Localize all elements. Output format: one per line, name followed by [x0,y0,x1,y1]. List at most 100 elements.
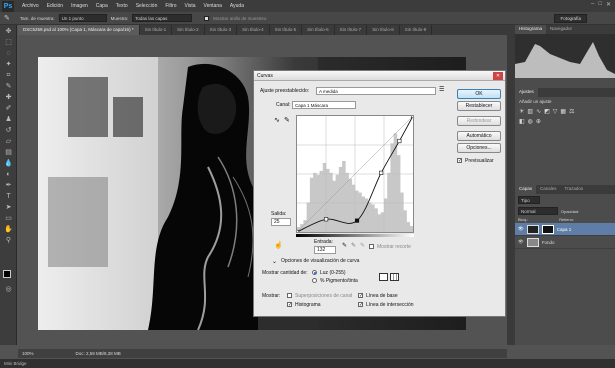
curve-point[interactable] [397,138,402,144]
target-adjust-hand-icon[interactable]: ☝ [274,241,283,249]
blur-tool-icon[interactable]: 💧 [3,159,14,168]
tab-navigator[interactable]: Navegador [546,25,576,34]
histogram-checkbox[interactable]: ✓ [287,302,292,308]
tab-channels[interactable]: Canales [536,185,561,194]
visibility-eye-icon[interactable]: 👁 [518,226,524,232]
curve-point[interactable] [354,218,360,223]
blend-mode-select[interactable]: Normal [518,207,558,215]
shape-tool-icon[interactable]: ▭ [3,214,14,223]
tab-untitled-1[interactable]: Sin título-1 [140,25,173,35]
exposure-icon[interactable]: ◩ [544,108,550,115]
sample-size-select[interactable]: Un 1 punto [58,14,107,22]
preview-checkbox[interactable]: ✓ [457,158,462,164]
lasso-tool-icon[interactable]: ◌ [3,49,14,58]
smooth-button[interactable]: Redondear [457,116,501,126]
grid-detailed-icon[interactable] [390,273,399,281]
dodge-tool-icon[interactable]: ◐ [3,170,14,179]
menu-archivo[interactable]: Archivo [18,3,43,9]
menu-ventana[interactable]: Ventana [200,3,226,9]
ok-button[interactable]: OK [457,89,501,99]
healing-brush-icon[interactable]: ✚ [3,93,14,102]
foreground-color-swatch[interactable] [3,270,11,278]
zoom-tool-icon[interactable]: ⚲ [3,236,14,245]
vibrance-icon[interactable]: ▽ [553,108,558,115]
edit-points-icon[interactable]: ∿ [274,116,280,124]
visibility-eye-icon[interactable]: 👁 [518,239,524,245]
clone-stamp-icon[interactable]: ♟ [3,115,14,124]
tab-untitled-5[interactable]: Sin título-5 [270,25,303,35]
input-field[interactable]: 132 [314,246,336,254]
menu-capa[interactable]: Capa [92,3,112,9]
black-white-icon[interactable]: ◧ [519,118,525,125]
light-radio[interactable] [312,270,317,275]
curve-point[interactable] [324,217,329,222]
tab-dsc5259[interactable]: DSC5259.psd al 100% (Capa 1, Máscara de … [18,25,140,35]
path-select-icon[interactable]: ➤ [3,203,14,212]
tab-untitled-3[interactable]: Sin título-3 [205,25,238,35]
preset-select[interactable]: A medida [316,87,436,95]
zoom-level[interactable]: 100% [22,351,34,356]
minimize-icon[interactable]: – [591,1,594,8]
output-field[interactable]: 25 [271,218,291,226]
layer-name[interactable]: Fondo [542,240,555,245]
marquee-tool-icon[interactable]: ⬚ [3,38,14,47]
pencil-draw-icon[interactable]: ✎ [284,116,290,124]
layer-row[interactable]: 👁 Capa 1 [515,223,615,236]
pen-tool-icon[interactable]: ✒ [3,181,14,190]
workspace-switcher[interactable]: Fotografía [554,14,587,23]
quick-mask-icon[interactable]: ◎ [3,285,14,294]
auto-button[interactable]: Automático [457,131,501,141]
layer-row[interactable]: 👁 Fondo [515,236,615,249]
channel-select[interactable]: Capa 1 Máscara [292,101,356,109]
grid-simple-icon[interactable] [379,273,388,281]
move-tool-icon[interactable]: ✥ [3,27,14,36]
menu-edicion[interactable]: Edición [43,3,67,9]
tab-untitled-8[interactable]: Sin título-8 [367,25,400,35]
hand-tool-icon[interactable]: ✋ [3,225,14,234]
curve-point[interactable] [379,170,384,175]
history-brush-icon[interactable]: ↺ [3,126,14,135]
tab-histogram[interactable]: Histograma [515,25,547,34]
menu-texto[interactable]: Texto [112,3,132,9]
close-icon[interactable]: ✕ [606,1,611,8]
reset-button[interactable]: Restablecer [457,101,501,111]
dialog-close-icon[interactable]: ✕ [493,72,503,80]
layer-kind-filter[interactable]: Tipo [518,196,540,204]
maximize-icon[interactable]: □ [598,1,602,8]
preset-menu-icon[interactable]: ☰ [439,86,444,93]
options-button[interactable]: Opciones... [457,143,501,153]
tab-untitled-2[interactable]: Sin título-2 [172,25,205,35]
color-balance-icon[interactable]: ⚖ [569,108,574,115]
tab-untitled-6[interactable]: Sin título-6 [302,25,335,35]
menu-seleccion[interactable]: Selección [132,3,162,9]
channel-overlays-checkbox[interactable] [287,293,292,298]
mini-bridge-tab[interactable]: Mini Bridge [0,359,615,368]
tab-paths[interactable]: Trazados [561,185,588,194]
menu-imagen[interactable]: Imagen [67,3,92,9]
eraser-tool-icon[interactable]: ▱ [3,137,14,146]
expand-options-icon[interactable]: ⌄ [272,258,277,265]
white-point-eyedropper-icon[interactable]: ✎ [360,242,365,249]
curve-graph[interactable] [296,115,414,233]
curve-point[interactable] [296,229,300,233]
layer-name[interactable]: Capa 1 [557,227,572,232]
sample-select[interactable]: Todas las capas [132,14,193,22]
photo-filter-icon[interactable]: ◍ [528,118,533,125]
menu-ayuda[interactable]: Ayuda [226,3,248,9]
gray-point-eyedropper-icon[interactable]: ✎ [351,242,356,249]
curves-icon[interactable]: ∿ [536,108,541,115]
crop-tool-icon[interactable]: ⌗ [3,71,14,80]
type-tool-icon[interactable]: T [3,192,14,201]
quick-select-tool-icon[interactable]: ✦ [3,60,14,69]
menu-filtro[interactable]: Filtro [161,3,180,9]
curve-point[interactable] [410,115,414,119]
baseline-checkbox[interactable]: ✓ [358,293,363,299]
intersection-checkbox[interactable]: ✓ [358,302,363,308]
brush-tool-icon[interactable]: ✐ [3,104,14,113]
tab-adjustments[interactable]: Ajustes [515,88,538,97]
channel-mixer-icon[interactable]: ⊕ [536,118,541,125]
pigment-radio[interactable] [312,278,317,283]
layer-mask-thumbnail[interactable] [541,224,554,234]
gradient-tool-icon[interactable]: ▤ [3,148,14,157]
eyedropper-icon[interactable]: ✎ [3,82,14,91]
